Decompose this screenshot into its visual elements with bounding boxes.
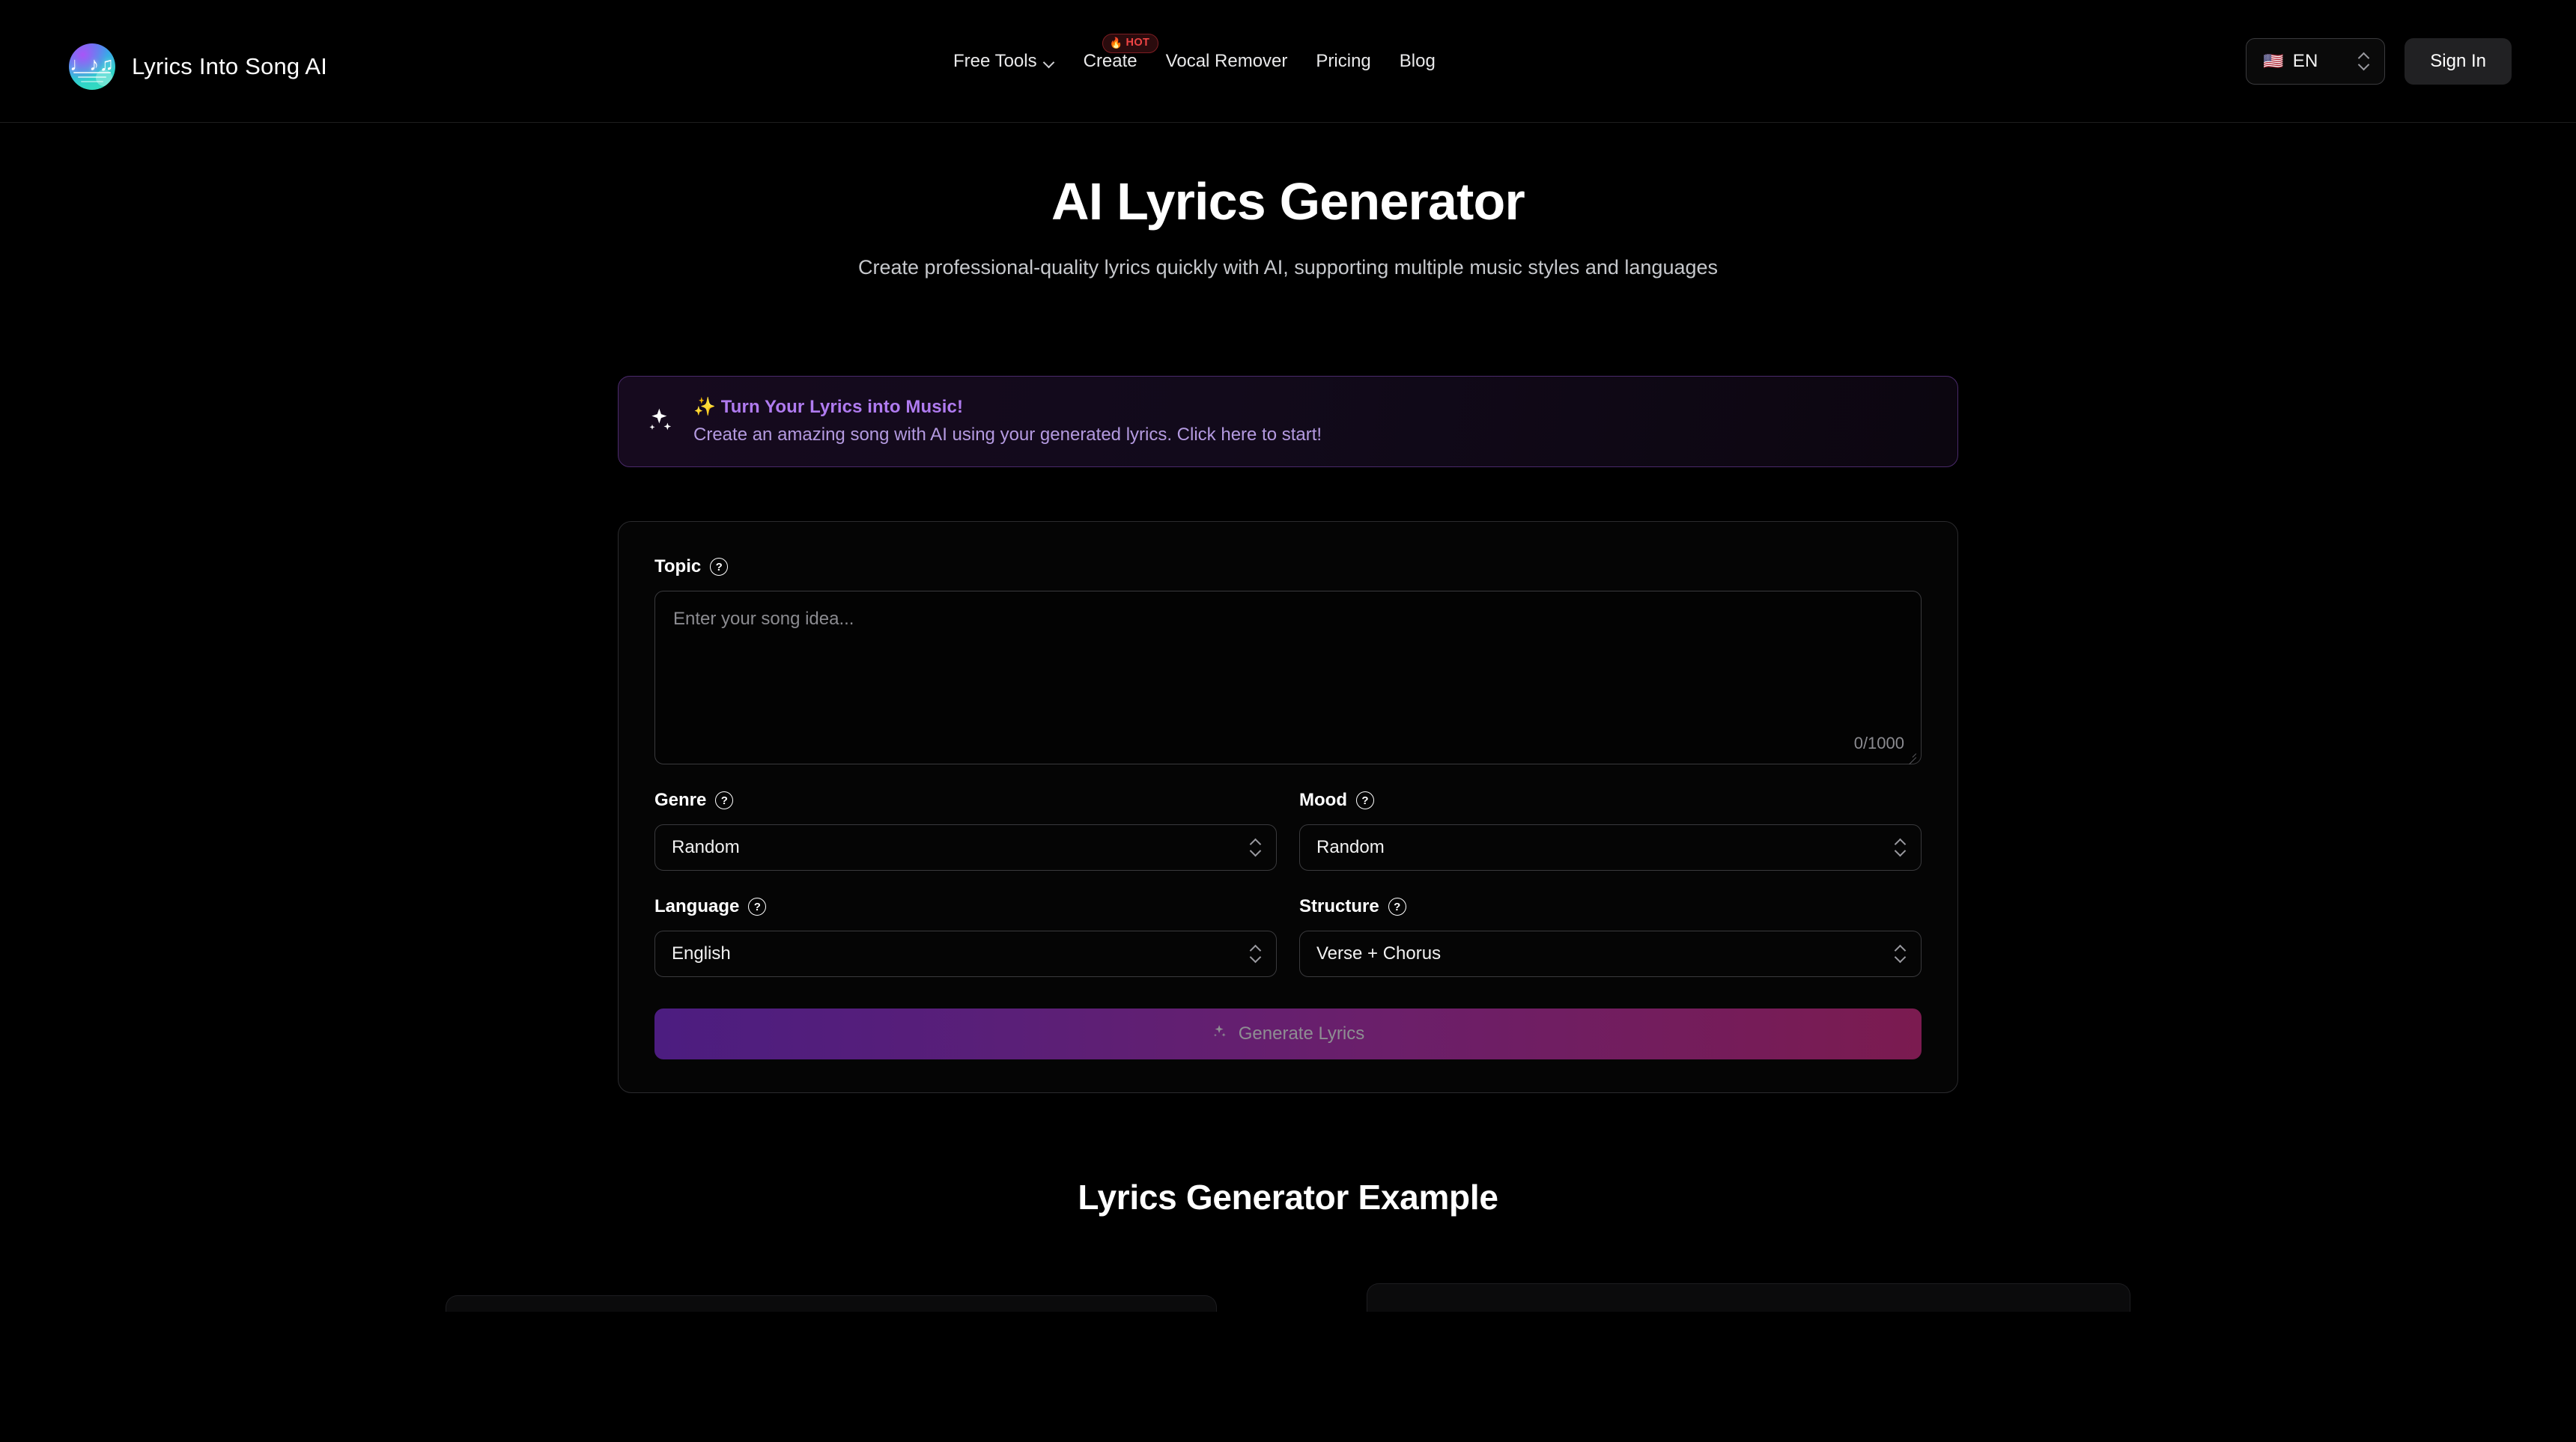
topic-label: Topic bbox=[654, 556, 702, 577]
example-section: Lyrics Generator Example bbox=[0, 1177, 2576, 1312]
music-notes-logo-icon: ♩♪♫ bbox=[69, 43, 115, 90]
nav-item-label: Vocal Remover bbox=[1165, 51, 1288, 71]
language-code: EN bbox=[2292, 51, 2318, 71]
status-badge-hot: 🔥 HOT bbox=[1102, 34, 1159, 53]
nav-item-label: Blog bbox=[1399, 51, 1436, 71]
promo-text-block: ✨ Turn Your Lyrics into Music! Create an… bbox=[693, 396, 1322, 445]
nav-item-label: Free Tools bbox=[953, 51, 1037, 71]
promo-description: Create an amazing song with AI using you… bbox=[693, 425, 1322, 445]
nav-item-create[interactable]: Create bbox=[1069, 51, 1152, 72]
structure-select[interactable]: Verse + Chorus bbox=[1299, 931, 1922, 978]
topic-input-wrapper: 0/1000 bbox=[654, 591, 1922, 765]
structure-selected-value: Verse + Chorus bbox=[1316, 943, 1442, 964]
sparkles-icon bbox=[644, 404, 677, 437]
question-mark-circle-icon[interactable]: ? bbox=[710, 558, 729, 577]
chevron-down-icon bbox=[1044, 57, 1055, 68]
question-mark-circle-icon[interactable]: ? bbox=[748, 898, 767, 916]
up-down-chevrons-icon bbox=[1894, 838, 1906, 857]
genre-selected-value: Random bbox=[672, 837, 740, 858]
mood-select[interactable]: Random bbox=[1299, 824, 1922, 871]
question-mark-circle-icon[interactable]: ? bbox=[1355, 791, 1374, 810]
promo-title-text: Turn Your Lyrics into Music! bbox=[720, 397, 964, 418]
language-select[interactable]: English bbox=[654, 931, 1277, 978]
question-mark-circle-icon[interactable]: ? bbox=[715, 791, 734, 810]
flag-icon: 🇺🇸 bbox=[2263, 52, 2284, 70]
question-mark-circle-icon[interactable]: ? bbox=[1388, 898, 1406, 916]
field-language: Language ? English bbox=[654, 896, 1277, 978]
mood-label: Mood bbox=[1299, 790, 1347, 811]
generate-lyrics-button[interactable]: Generate Lyrics bbox=[654, 1009, 1922, 1060]
topic-char-counter: 0/1000 bbox=[1853, 734, 1904, 753]
up-down-chevrons-icon bbox=[2357, 52, 2369, 71]
nav-item-blog[interactable]: Blog bbox=[1385, 51, 1450, 72]
language-structure-row: Language ? English Structure ? Verse + C… bbox=[654, 896, 1922, 978]
sparkles-emoji-icon: ✨ bbox=[693, 397, 716, 418]
field-mood: Mood ? Random bbox=[1299, 790, 1922, 871]
promo-banner[interactable]: ✨ Turn Your Lyrics into Music! Create an… bbox=[618, 376, 1958, 468]
page-subtitle: Create professional-quality lyrics quick… bbox=[857, 256, 1719, 279]
resize-handle-icon[interactable] bbox=[1905, 748, 1917, 760]
language-label: Language bbox=[654, 896, 740, 917]
generate-lyrics-label: Generate Lyrics bbox=[1238, 1023, 1365, 1044]
language-label-row: Language ? bbox=[654, 896, 1277, 917]
sparkles-icon bbox=[1212, 1023, 1228, 1045]
nav-item-create-wrapper: Create 🔥 HOT bbox=[1069, 34, 1159, 72]
mood-selected-value: Random bbox=[1316, 837, 1385, 858]
genre-select[interactable]: Random bbox=[654, 824, 1277, 871]
header-actions: 🇺🇸 EN Sign In bbox=[2246, 0, 2512, 123]
language-selected-value: English bbox=[672, 943, 731, 964]
nav-item-label: Pricing bbox=[1316, 51, 1371, 71]
page-title: AI Lyrics Generator bbox=[1051, 172, 1525, 231]
main-navigation: Free Tools Create 🔥 HOT Vocal Remover Pr… bbox=[939, 0, 1450, 123]
example-section-title: Lyrics Generator Example bbox=[1078, 1178, 1498, 1217]
nav-item-free-tools[interactable]: Free Tools bbox=[939, 51, 1069, 72]
field-topic: Topic ? 0/1000 bbox=[654, 556, 1922, 765]
structure-label: Structure bbox=[1299, 896, 1379, 917]
example-cards-row bbox=[427, 1283, 2149, 1312]
field-structure: Structure ? Verse + Chorus bbox=[1299, 896, 1922, 978]
structure-label-row: Structure ? bbox=[1299, 896, 1922, 917]
nav-item-pricing[interactable]: Pricing bbox=[1301, 51, 1385, 72]
genre-mood-row: Genre ? Random Mood ? Random bbox=[654, 790, 1922, 871]
nav-item-label: Create bbox=[1083, 51, 1137, 71]
sign-in-button[interactable]: Sign In bbox=[2405, 38, 2512, 85]
brand-logo-link[interactable]: ♩♪♫ Lyrics Into Song AI bbox=[69, 43, 327, 90]
up-down-chevrons-icon bbox=[1894, 944, 1906, 964]
mood-label-row: Mood ? bbox=[1299, 790, 1922, 811]
site-header: ♩♪♫ Lyrics Into Song AI Free Tools Creat… bbox=[0, 0, 2576, 123]
up-down-chevrons-icon bbox=[1249, 838, 1261, 857]
genre-label-row: Genre ? bbox=[654, 790, 1277, 811]
example-card-right[interactable] bbox=[1367, 1283, 2130, 1312]
hero-section: AI Lyrics Generator Create professional-… bbox=[0, 172, 2576, 285]
nav-item-vocal-remover[interactable]: Vocal Remover bbox=[1152, 51, 1302, 72]
flame-icon: 🔥 bbox=[1109, 37, 1123, 49]
brand-name: Lyrics Into Song AI bbox=[132, 53, 328, 79]
promo-title: ✨ Turn Your Lyrics into Music! bbox=[693, 396, 1322, 418]
lyrics-generator-form: Topic ? 0/1000 Genre ? Random Mood ? bbox=[618, 521, 1958, 1094]
genre-label: Genre bbox=[654, 790, 707, 811]
hot-badge-label: HOT bbox=[1126, 37, 1150, 49]
topic-label-row: Topic ? bbox=[654, 556, 1922, 577]
language-selector[interactable]: 🇺🇸 EN bbox=[2246, 38, 2386, 85]
example-card-left[interactable] bbox=[446, 1295, 1217, 1312]
field-genre: Genre ? Random bbox=[654, 790, 1277, 871]
up-down-chevrons-icon bbox=[1249, 944, 1261, 964]
topic-textarea[interactable] bbox=[673, 606, 1903, 749]
